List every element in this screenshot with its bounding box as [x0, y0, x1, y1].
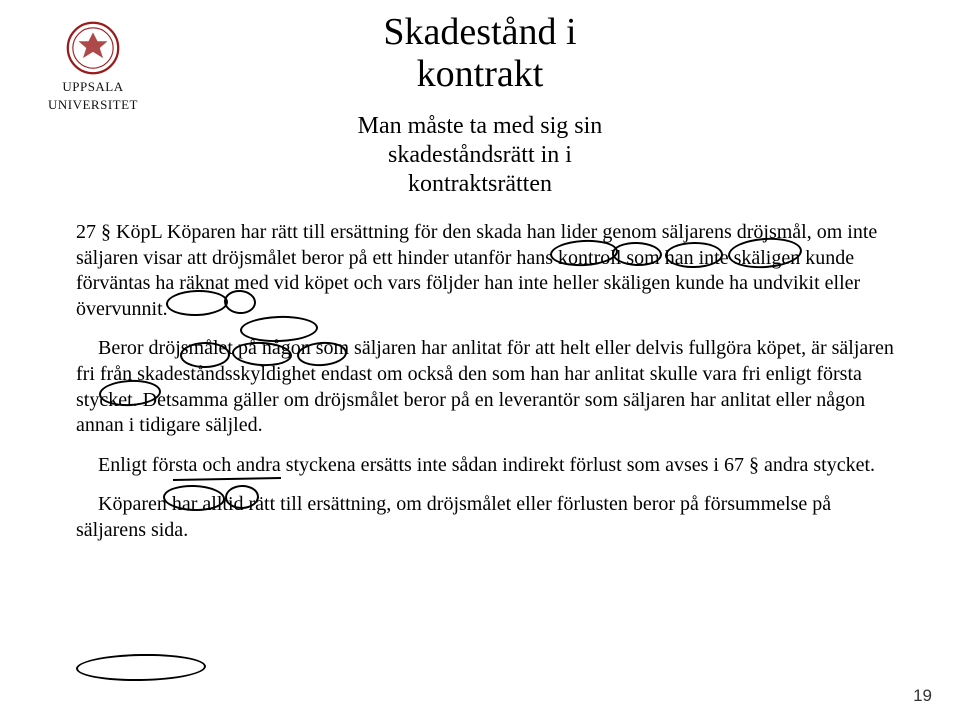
paragraph-2: Beror dröjsmålet på någon som säljaren h…	[76, 336, 900, 438]
paragraph-3: Enligt första och andra styckena ersätts…	[76, 453, 900, 479]
annotation-ellipse	[76, 653, 206, 682]
subtitle: Man måste ta med sig sinskadeståndsrätt …	[0, 112, 960, 198]
page-number: 19	[913, 686, 932, 706]
body-text: 27 § KöpL Köparen har rätt till ersättni…	[76, 220, 900, 558]
paragraph-1: 27 § KöpL Köparen har rätt till ersättni…	[76, 220, 900, 322]
page-title: Skadestånd ikontrakt	[0, 12, 960, 96]
slide: UPPSALA UNIVERSITET Skadestånd ikontrakt…	[0, 0, 960, 720]
logo-text-line2: UNIVERSITET	[38, 98, 148, 112]
paragraph-4: Köparen har alltid rätt till ersättning,…	[76, 492, 900, 543]
